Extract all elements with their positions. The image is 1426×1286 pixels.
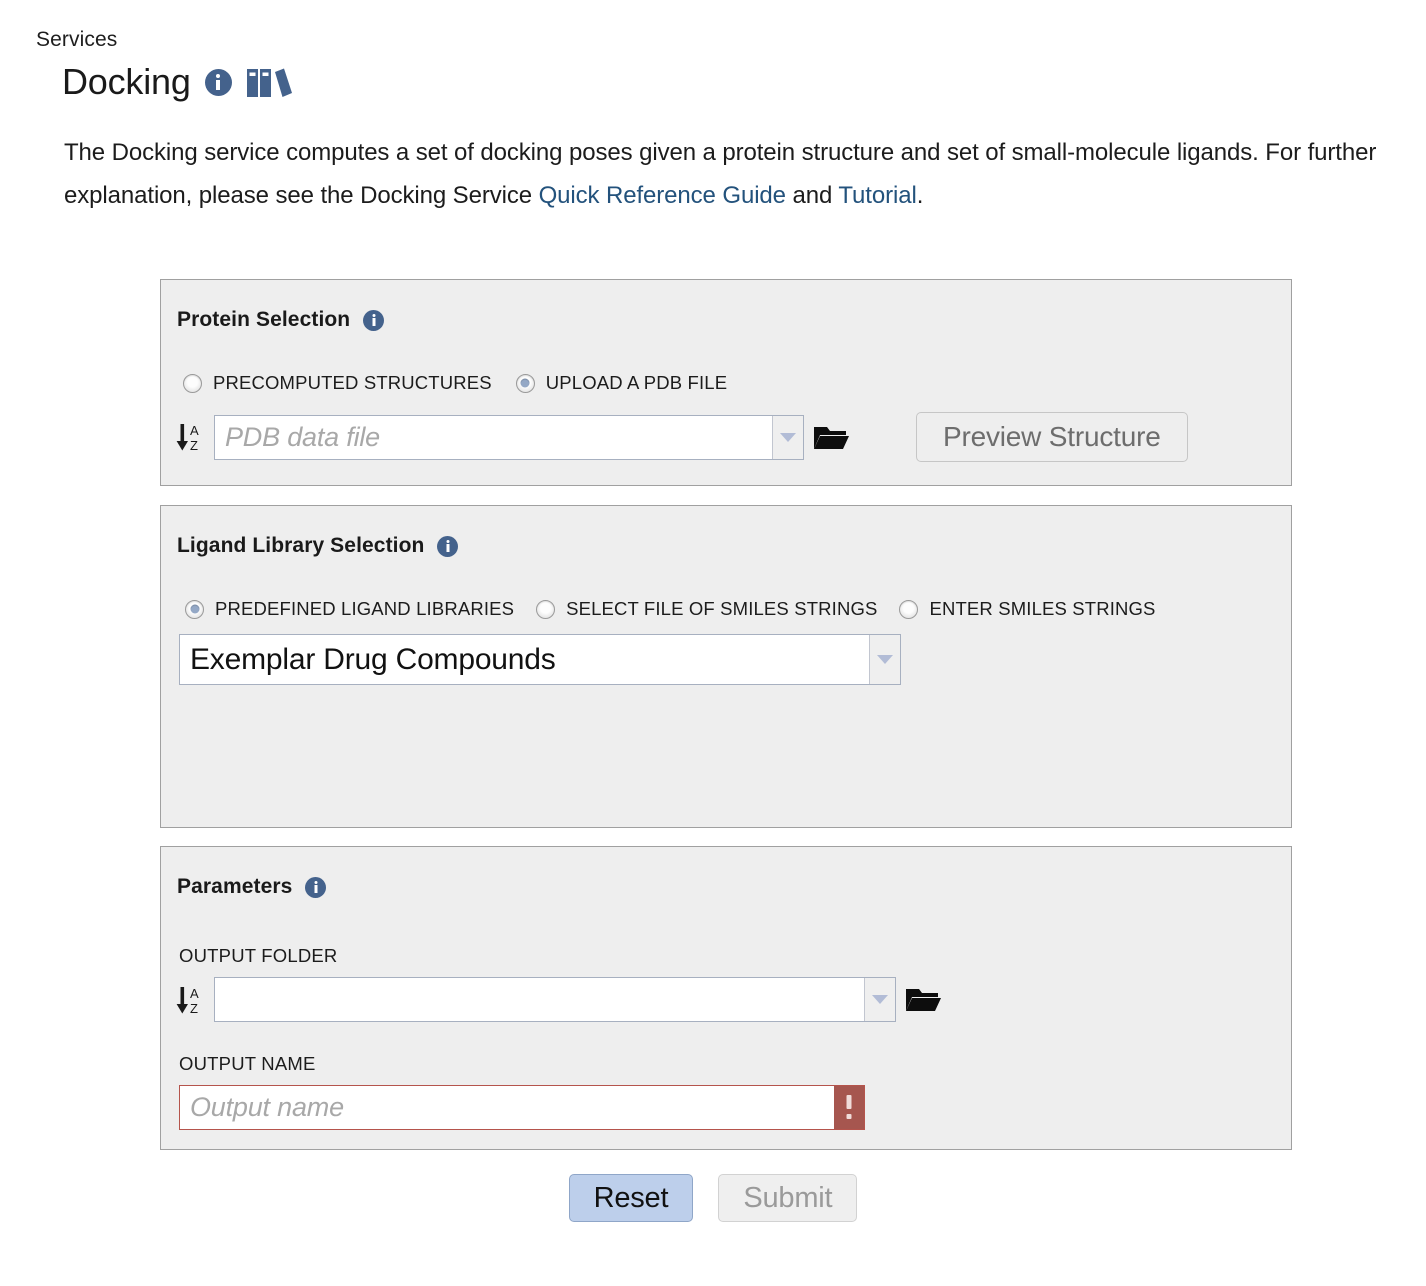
- radio-upload-pdb-file[interactable]: UPLOAD A PDB FILE: [515, 372, 728, 394]
- description-text-2: and: [785, 182, 839, 209]
- ligand-library-info-icon[interactable]: [437, 535, 459, 557]
- chevron-down-icon: [872, 995, 888, 1004]
- radio-upload-pdb-file-label: UPLOAD A PDB FILE: [545, 372, 728, 393]
- ligand-library-select[interactable]: Exemplar Drug Compounds: [179, 634, 901, 685]
- radio-precomputed-structures-label: PRECOMPUTED STRUCTURES: [213, 372, 492, 393]
- radio-predefined-ligand-libraries[interactable]: PREDEFINED LIGAND LIBRARIES: [185, 598, 514, 620]
- sort-az-icon[interactable]: A Z: [175, 420, 205, 454]
- page-title: Docking: [62, 61, 191, 102]
- radio-select-file-of-smiles-strings-control[interactable]: [536, 599, 556, 619]
- books-icon[interactable]: [246, 66, 292, 98]
- reset-button[interactable]: Reset: [568, 1174, 694, 1222]
- radio-upload-pdb-file-control[interactable]: [515, 373, 535, 393]
- page-title-row: Docking: [62, 60, 292, 104]
- output-name-input[interactable]: Output name: [179, 1085, 865, 1130]
- radio-precomputed-structures-control[interactable]: [183, 373, 202, 393]
- quick-reference-guide-link[interactable]: Quick Reference Guide: [539, 182, 786, 209]
- radio-enter-smiles-strings[interactable]: ENTER SMILES STRINGS: [899, 598, 1155, 620]
- radio-predefined-ligand-libraries-label: PREDEFINED LIGAND LIBRARIES: [215, 598, 515, 619]
- preview-structure-button[interactable]: Preview Structure: [916, 412, 1188, 462]
- breadcrumb[interactable]: Services: [36, 27, 117, 53]
- docking-service-page: Services Docking The Docking service com…: [0, 0, 1426, 1286]
- exclamation-icon: [834, 1086, 864, 1129]
- ligand-source-radio-group: PREDEFINED LIGAND LIBRARIES SELECT FILE …: [185, 598, 1156, 620]
- protein-selection-info-icon[interactable]: [363, 309, 385, 331]
- chevron-down-icon: [877, 655, 893, 664]
- output-name-field[interactable]: Output name: [180, 1086, 834, 1129]
- ligand-library-select-value: Exemplar Drug Compounds: [190, 642, 556, 676]
- radio-select-file-of-smiles-strings-label: SELECT FILE OF SMILES STRINGS: [566, 598, 878, 619]
- ligand-library-dropdown-button[interactable]: [869, 635, 900, 684]
- parameters-panel: Parameters OUTPUT FOLDER A Z OUTPUT NAME…: [160, 846, 1292, 1150]
- form-actions: Reset Submit: [0, 1174, 1426, 1222]
- submit-button[interactable]: Submit: [718, 1174, 858, 1222]
- svg-text:A: A: [190, 423, 199, 438]
- output-name-placeholder: Output name: [190, 1092, 344, 1122]
- output-folder-combobox[interactable]: [214, 977, 896, 1022]
- protein-selection-panel: Protein Selection PRECOMPUTED STRUCTURES…: [160, 279, 1292, 486]
- service-description: The Docking service computes a set of do…: [64, 131, 1394, 217]
- pdb-data-file-placeholder: PDB data file: [225, 421, 380, 452]
- radio-precomputed-structures[interactable]: PRECOMPUTED STRUCTURES: [183, 372, 492, 394]
- ligand-library-title-row: Ligand Library Selection: [177, 534, 459, 558]
- folder-open-icon[interactable]: [905, 985, 941, 1014]
- protein-selection-title: Protein Selection: [177, 308, 351, 331]
- parameters-info-icon[interactable]: [305, 876, 327, 898]
- radio-predefined-ligand-libraries-control[interactable]: [185, 599, 204, 619]
- folder-open-icon[interactable]: [813, 423, 849, 452]
- parameters-title: Parameters: [177, 875, 293, 898]
- info-icon[interactable]: [204, 68, 232, 96]
- protein-source-radio-group: PRECOMPUTED STRUCTURES UPLOAD A PDB FILE: [183, 372, 727, 394]
- output-folder-dropdown-button[interactable]: [864, 978, 895, 1021]
- description-text-3: .: [916, 182, 924, 209]
- output-folder-input-row: A Z: [175, 977, 941, 1022]
- output-folder-label: OUTPUT FOLDER: [179, 945, 338, 966]
- output-name-label: OUTPUT NAME: [179, 1053, 316, 1074]
- protein-selection-title-row: Protein Selection: [177, 308, 385, 332]
- ligand-library-select-field[interactable]: Exemplar Drug Compounds: [180, 635, 869, 684]
- sort-az-icon[interactable]: A Z: [175, 983, 205, 1017]
- tutorial-link[interactable]: Tutorial: [838, 182, 916, 209]
- pdb-data-file-dropdown-button[interactable]: [772, 415, 803, 459]
- ligand-library-selection-panel: Ligand Library Selection PREDEFINED LIGA…: [160, 505, 1292, 828]
- ligand-library-title: Ligand Library Selection: [177, 534, 425, 557]
- output-folder-field[interactable]: [215, 978, 864, 1021]
- radio-enter-smiles-strings-label: ENTER SMILES STRINGS: [929, 598, 1156, 619]
- chevron-down-icon: [780, 432, 796, 442]
- svg-text:A: A: [190, 986, 199, 1001]
- radio-select-file-of-smiles-strings[interactable]: SELECT FILE OF SMILES STRINGS: [536, 598, 877, 620]
- pdb-data-file-field[interactable]: PDB data file: [215, 416, 772, 459]
- pdb-data-file-combobox[interactable]: PDB data file: [214, 414, 804, 460]
- parameters-title-row: Parameters: [177, 875, 327, 899]
- pdb-file-input-row: A Z PDB data file Preview Structure: [175, 412, 1188, 462]
- svg-text:Z: Z: [190, 1001, 198, 1016]
- radio-enter-smiles-strings-control[interactable]: [899, 599, 919, 619]
- svg-text:Z: Z: [190, 438, 198, 453]
